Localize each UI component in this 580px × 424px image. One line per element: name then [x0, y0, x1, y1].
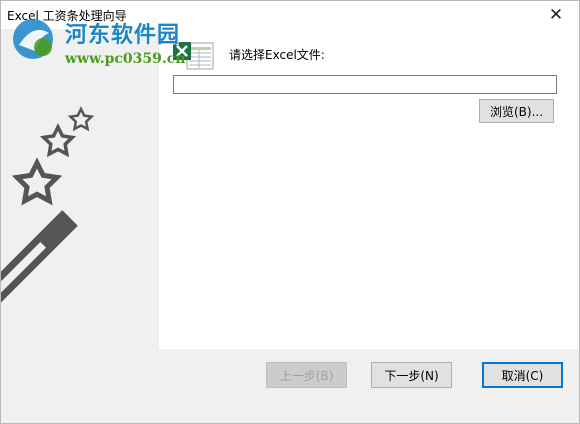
star-icon — [67, 106, 95, 132]
wizard-window: Excel 工资条处理向导 ✕ 请选择Excel文件: 浏览(B)... 上一步… — [0, 0, 580, 424]
window-title: Excel 工资条处理向导 — [7, 9, 127, 23]
cancel-button[interactable]: 取消(C) — [482, 362, 563, 388]
star-icon — [39, 123, 77, 158]
wizard-banner — [1, 29, 159, 349]
star-icon — [11, 157, 63, 206]
wizard-content: 请选择Excel文件: 浏览(B)... — [159, 29, 579, 349]
select-file-label: 请选择Excel文件: — [229, 48, 325, 62]
browse-button[interactable]: 浏览(B)... — [479, 99, 554, 123]
title-bar[interactable]: Excel 工资条处理向导 ✕ — [1, 1, 579, 29]
magic-wand-icon — [1, 210, 78, 349]
banner-art — [1, 106, 95, 349]
excel-file-icon — [173, 42, 214, 70]
close-button[interactable]: ✕ — [533, 1, 579, 29]
close-icon: ✕ — [548, 5, 564, 25]
back-button[interactable]: 上一步(B) — [266, 362, 347, 388]
wizard-footer: 上一步(B) 下一步(N) 取消(C) — [1, 349, 579, 423]
file-path-input[interactable] — [173, 75, 557, 94]
next-button[interactable]: 下一步(N) — [371, 362, 452, 388]
